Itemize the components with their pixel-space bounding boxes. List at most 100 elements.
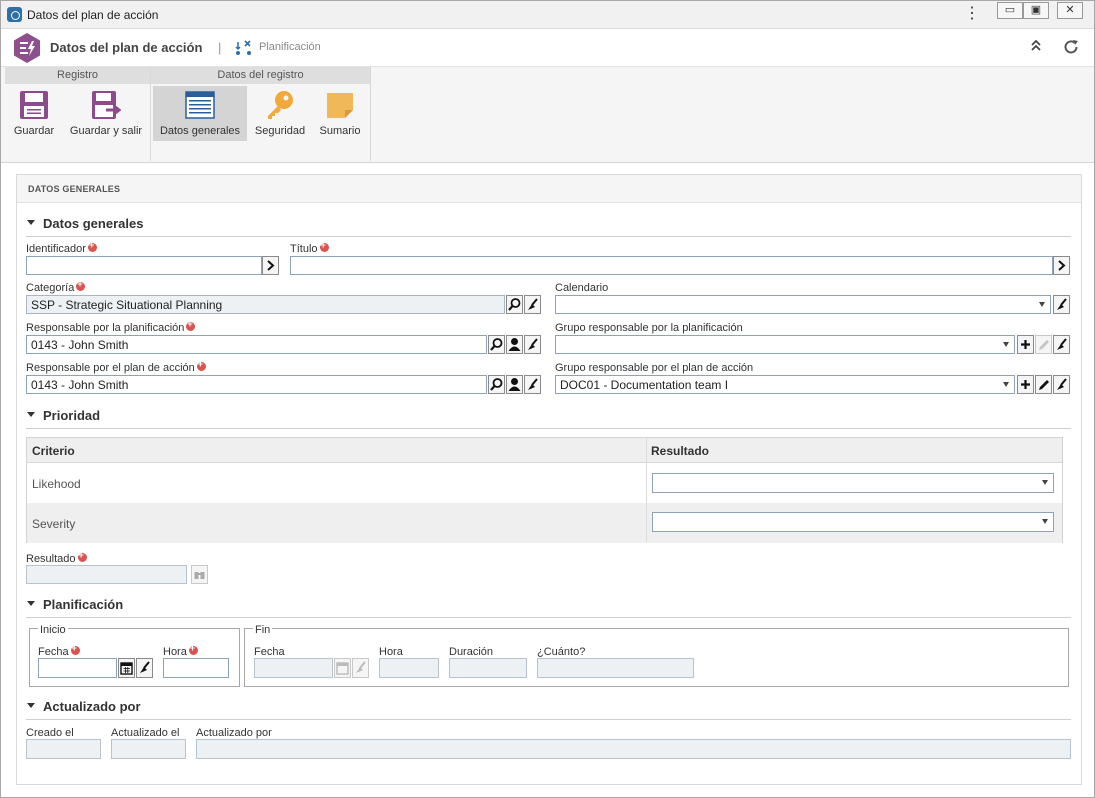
calendar-label: Calendario (555, 282, 609, 294)
save-exit-button[interactable]: Guardar y salir (65, 86, 147, 141)
security-button[interactable]: Seguridad (251, 86, 309, 141)
title-bar: Datos del plan de acción ⋮ ▭ ▣ ✕ (1, 1, 1094, 29)
section-general-title: Datos generales (43, 216, 144, 231)
collapse-icon[interactable] (1030, 38, 1042, 57)
result-select[interactable] (652, 473, 1054, 493)
section-planning[interactable]: Planificación (27, 597, 123, 612)
duration-label: Duración (449, 646, 494, 658)
eraser-icon (528, 378, 538, 390)
required-icon (319, 240, 329, 252)
more-options-icon[interactable]: ⋮ (964, 6, 980, 24)
updated-by-field (196, 739, 1071, 759)
section-priority[interactable]: Prioridad (27, 408, 100, 423)
result-select[interactable] (652, 512, 1054, 532)
calendar-select[interactable] (555, 295, 1051, 314)
planning-group-add-button[interactable] (1017, 335, 1034, 354)
planning-group-select[interactable] (555, 335, 1015, 354)
howmuch-label: ¿Cuánto? (537, 646, 586, 658)
end-date-field (254, 658, 333, 678)
required-icon (77, 550, 87, 562)
category-clear-button[interactable] (524, 295, 541, 314)
plan-group-add-button[interactable] (1017, 375, 1034, 394)
plus-icon (1021, 380, 1030, 389)
plan-owner-input[interactable]: 0143 - John Smith (26, 375, 487, 394)
updated-on-label: Actualizado el (111, 727, 180, 739)
plan-owner-label: Responsable por el plan de acción (26, 359, 206, 374)
duration-field (449, 658, 527, 678)
table-row: Likehood (27, 463, 1062, 503)
eraser-icon (1057, 338, 1067, 350)
ribbon-toolbar: Registro Guardar Guardar y salir Datos d… (1, 67, 1094, 163)
planning-group-label: Grupo responsable por la planificación (555, 322, 743, 334)
summary-button[interactable]: Sumario (313, 86, 367, 141)
save-label: Guardar (13, 125, 55, 137)
user-icon (508, 338, 521, 351)
minimize-button[interactable]: ▭ (997, 2, 1023, 19)
breadcrumb-planning[interactable]: Planificación (259, 41, 321, 53)
plan-group-clear-button[interactable] (1053, 375, 1070, 394)
refresh-icon[interactable] (1062, 38, 1080, 61)
grid-header: Criterio Resultado (27, 438, 1062, 463)
start-date-input[interactable] (38, 658, 117, 678)
category-field: SSP - Strategic Situational Planning (26, 295, 505, 314)
collapse-arrow-icon (27, 601, 35, 607)
eraser-icon (1057, 298, 1067, 310)
title-next-button[interactable] (1053, 256, 1070, 275)
user-icon (508, 378, 521, 391)
calendar-icon (336, 662, 349, 675)
start-time-input[interactable] (163, 658, 229, 678)
collapse-arrow-icon (27, 412, 35, 418)
category-search-button[interactable] (506, 295, 523, 314)
general-data-button[interactable]: Datos generales (153, 86, 247, 141)
title-label: Título (290, 240, 329, 255)
ribbon-group-datos-registro: Datos del registro Datos generales Segur… (151, 67, 371, 161)
criterion-cell: Likehood (32, 477, 81, 491)
window-title: Datos del plan de acción (27, 8, 159, 22)
planning-group-edit-button[interactable] (1035, 335, 1052, 354)
calendar-clear-button[interactable] (1053, 295, 1070, 314)
eraser-icon (356, 661, 366, 673)
result-field (26, 565, 187, 584)
dropdown-caret-icon (1042, 519, 1048, 524)
dropdown-caret-icon (1042, 480, 1048, 485)
planning-owner-search-button[interactable] (488, 335, 505, 354)
save-button[interactable]: Guardar (7, 86, 61, 141)
title-input[interactable] (290, 256, 1053, 275)
identifier-next-button[interactable] (262, 256, 279, 275)
section-planning-title: Planificación (43, 597, 124, 612)
plan-group-edit-button[interactable] (1035, 375, 1052, 394)
start-date-calendar-button[interactable] (118, 658, 135, 678)
created-field (26, 739, 101, 759)
planning-owner-user-button[interactable] (506, 335, 523, 354)
start-date-clear-button[interactable] (136, 658, 153, 678)
breadcrumb-separator: | (218, 40, 222, 55)
updated-on-field (111, 739, 186, 759)
planning-owner-input[interactable]: 0143 - John Smith (26, 335, 487, 354)
plan-owner-clear-button[interactable] (524, 375, 541, 394)
section-updated[interactable]: Actualizado por (27, 699, 141, 714)
save-exit-icon (92, 91, 121, 119)
collapse-arrow-icon (27, 703, 35, 709)
collapse-arrow-icon (27, 220, 35, 226)
eraser-icon (1057, 378, 1067, 390)
required-icon (87, 240, 97, 252)
identifier-input[interactable] (26, 256, 262, 275)
chevron-right-icon (267, 260, 275, 271)
planning-owner-clear-button[interactable] (524, 335, 541, 354)
plan-owner-search-button[interactable] (488, 375, 505, 394)
planning-group-clear-button[interactable] (1053, 335, 1070, 354)
created-label: Creado el (26, 727, 74, 739)
result-lookup-button[interactable] (191, 565, 208, 584)
action-plan-icon (14, 33, 40, 63)
column-divider (646, 438, 647, 542)
end-date-calendar-button[interactable] (334, 658, 351, 678)
end-date-clear-button[interactable] (352, 658, 369, 678)
section-general[interactable]: Datos generales (27, 216, 143, 231)
ribbon-group-registro: Registro Guardar Guardar y salir (5, 67, 151, 161)
plan-owner-user-button[interactable] (506, 375, 523, 394)
general-data-label: Datos generales (159, 125, 241, 137)
required-icon (188, 643, 198, 655)
plan-group-select[interactable]: DOC01 - Documentation team I (555, 375, 1015, 394)
restore-button[interactable]: ▣ (1023, 2, 1049, 19)
close-button[interactable]: ✕ (1057, 2, 1083, 19)
